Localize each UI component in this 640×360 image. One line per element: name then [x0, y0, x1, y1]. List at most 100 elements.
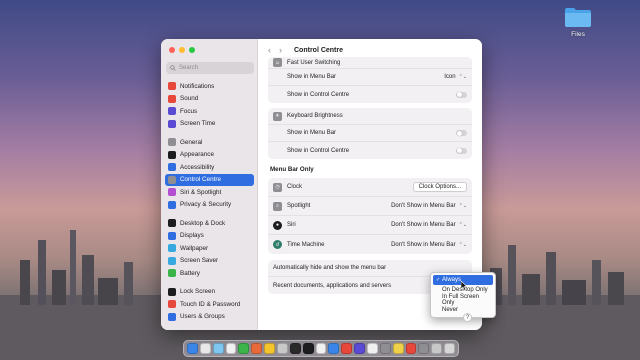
settings-content: ☺ Fast User Switching Show in Menu Bar I… [268, 57, 472, 299]
sidebar-item-battery[interactable]: Battery [165, 267, 254, 280]
menu-item-in-full-screen-only[interactable]: In Full Screen Only [433, 294, 493, 306]
time-machine-popup[interactable]: Don't Show in Menu Bar ⌃⌄ [391, 242, 467, 248]
mouse-pointer-icon [461, 281, 468, 291]
maps-icon[interactable] [277, 343, 288, 354]
spotlight-label: Spotlight [287, 203, 311, 209]
sidebar-item-label: Focus [180, 107, 198, 115]
sidebar-item-displays[interactable]: Displays [165, 230, 254, 243]
window-controls [169, 47, 195, 53]
news-icon[interactable] [405, 343, 417, 354]
contacts-icon[interactable] [367, 343, 378, 354]
zoom-button[interactable] [189, 47, 195, 53]
updown-chevron-icon: ⌃⌄ [458, 203, 467, 209]
keyboard-menu-bar-toggle[interactable] [456, 130, 467, 136]
sidebar-item-siri-spotlight[interactable]: Siri & Spotlight [165, 186, 254, 199]
sidebar-item-screen-time[interactable]: Screen Time [165, 118, 254, 131]
fast-user-switching-group: ☺ Fast User Switching Show in Menu Bar I… [268, 57, 472, 103]
sidebar-item-desktop-dock[interactable]: Desktop & Dock [165, 217, 254, 230]
keyboard-control-centre-row: Show in Control Centre [268, 142, 472, 159]
menu-item-label: Always [442, 277, 462, 283]
sidebar-item-label: Lock Screen [180, 288, 216, 296]
sidebar-item-users-groups[interactable]: Users & Groups [165, 311, 254, 324]
mail-icon[interactable] [251, 343, 263, 354]
sidebar-item-accessibility[interactable]: Accessibility [165, 161, 254, 174]
files-label: Files [571, 31, 585, 38]
search-placeholder: Search [179, 65, 199, 71]
sidebar-item-appearance[interactable]: Appearance [165, 149, 254, 162]
close-button[interactable] [169, 47, 175, 53]
keyboard-brightness-label: Keyboard Brightness [287, 113, 343, 119]
siri-icon [168, 188, 176, 197]
fast-user-menu-bar-label: Show in Menu Bar [287, 74, 337, 80]
safari-icon[interactable] [212, 343, 224, 354]
keyboard-menu-bar-label: Show in Menu Bar [287, 130, 337, 136]
textedit-icon[interactable] [431, 343, 443, 354]
launchpad-icon[interactable] [199, 343, 211, 354]
photos-icon[interactable] [225, 343, 237, 354]
music-icon[interactable] [341, 343, 353, 354]
appearance-icon [168, 150, 176, 159]
terminal-icon[interactable] [289, 343, 301, 354]
spotlight-popup[interactable]: Don't Show in Menu Bar ⌃⌄ [391, 203, 467, 209]
sidebar-item-label: Displays [180, 232, 204, 240]
help-button[interactable]: ? [463, 313, 472, 322]
appstore-icon[interactable] [328, 343, 340, 354]
keyboard-menu-bar-row: Show in Menu Bar [268, 125, 472, 142]
moon-icon [168, 107, 176, 116]
fast-user-menu-bar-popup[interactable]: Icon ⌃⌄ [444, 74, 467, 80]
calendar-icon[interactable] [315, 343, 327, 354]
sidebar-item-general[interactable]: General [165, 136, 254, 149]
gear-icon [168, 138, 176, 147]
clock-options-button[interactable]: Clock Options... [412, 182, 467, 192]
notes-icon[interactable] [264, 343, 275, 354]
sidebar-item-label: Privacy & Security [180, 201, 232, 209]
sidebar-item-touch-id-password[interactable]: Touch ID & Password [165, 298, 254, 311]
spotlight-row: ⌕ Spotlight Don't Show in Menu Bar ⌃⌄ [268, 197, 472, 216]
sidebar-item-label: General [180, 138, 203, 146]
wallpaper-icon [168, 244, 176, 253]
sidebar-item-control-centre[interactable]: Control Centre [165, 173, 254, 186]
appletv-icon[interactable] [302, 343, 314, 354]
sidebar-item-wallpaper[interactable]: Wallpaper [165, 242, 254, 255]
keyboard-control-centre-toggle[interactable] [456, 147, 467, 154]
auto-hide-label: Automatically hide and show the menu bar [273, 265, 387, 271]
settings-icon[interactable] [379, 343, 391, 354]
trash-icon[interactable] [444, 343, 456, 354]
sidebar-item-label: Users & Groups [180, 313, 225, 321]
siri-label: Siri [287, 222, 296, 228]
hourglass-icon [168, 119, 176, 128]
sidebar-item-screen-saver[interactable]: Screen Saver [165, 255, 254, 268]
battery-icon [168, 269, 176, 278]
screensaver-icon [168, 256, 176, 265]
menu-item-never[interactable]: Never [433, 305, 493, 315]
files-folder[interactable]: Files [560, 6, 596, 38]
messages-icon[interactable] [238, 343, 250, 354]
forward-chevron-icon[interactable]: › [279, 45, 282, 55]
sidebar-item-sound[interactable]: Sound [165, 93, 254, 106]
siri-value: Don't Show in Menu Bar [391, 222, 456, 228]
checkmark-icon: ✓ [436, 277, 441, 283]
sidebar: Search Notifications Sound Focus Screen Tim… [161, 39, 258, 330]
sidebar-item-lock-screen[interactable]: Lock Screen [165, 286, 254, 299]
speaker-icon [168, 94, 176, 103]
siri-popup[interactable]: Don't Show in Menu Bar ⌃⌄ [391, 222, 467, 228]
back-chevron-icon[interactable]: ‹ [268, 45, 271, 55]
sidebar-item-label: Appearance [180, 151, 214, 159]
sidebar-item-notifications[interactable]: Notifications [165, 80, 254, 93]
clock-row: ◷ Clock Clock Options... [268, 178, 472, 197]
preview-icon[interactable] [418, 343, 430, 354]
podcasts-icon[interactable] [354, 343, 366, 354]
dock [183, 340, 459, 357]
recent-items-label: Recent documents, applications and serve… [273, 282, 392, 289]
fast-user-control-centre-toggle[interactable] [456, 91, 467, 98]
keyboard-brightness-icon: ☀ [273, 111, 282, 121]
keyboard-control-centre-label: Show in Control Centre [287, 147, 350, 154]
sidebar-item-privacy-security[interactable]: Privacy & Security [165, 199, 254, 212]
updown-chevron-icon: ⌃⌄ [458, 222, 467, 228]
minimize-button[interactable] [179, 47, 185, 53]
siri-icon: ● [273, 220, 282, 230]
finder-icon[interactable] [186, 343, 198, 354]
sidebar-item-focus[interactable]: Focus [165, 105, 254, 118]
search-input[interactable]: Search [166, 62, 254, 74]
stickies-icon[interactable] [392, 343, 404, 354]
